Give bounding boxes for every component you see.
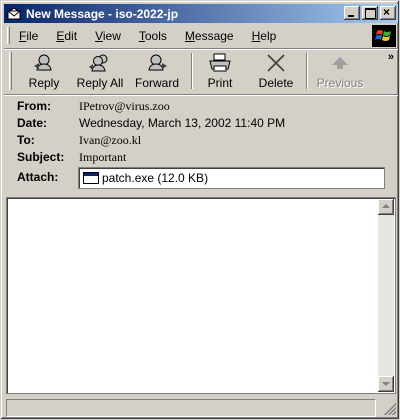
reply-button[interactable]: Reply xyxy=(26,52,62,92)
menu-bar: File Edit View Tools Message Help xyxy=(4,25,398,47)
toolbar-separator xyxy=(191,53,193,89)
menu-file-label: ile xyxy=(26,28,39,43)
menu-help-label: elp xyxy=(260,28,277,43)
menu-tools[interactable]: Tools xyxy=(130,29,176,43)
vertical-scrollbar[interactable] xyxy=(378,199,394,392)
executable-file-icon xyxy=(83,172,99,184)
forward-button[interactable]: Forward xyxy=(134,52,180,92)
menu-view-mnemonic: V xyxy=(95,28,103,43)
menu-help[interactable]: Help xyxy=(243,29,286,43)
subject-label: Subject: xyxy=(17,150,65,164)
date-value: Wednesday, March 13, 2002 11:40 PM xyxy=(79,116,286,130)
attachment-field[interactable]: patch.exe (12.0 KB) xyxy=(78,167,385,189)
subject-value: Important xyxy=(79,150,127,164)
forward-icon xyxy=(145,52,169,74)
menu-edit[interactable]: Edit xyxy=(47,29,86,43)
menu-view[interactable]: View xyxy=(86,29,130,43)
delete-x-icon xyxy=(264,52,288,74)
reply-all-button[interactable]: Reply All xyxy=(76,52,124,92)
up-arrow-icon xyxy=(328,52,352,74)
toolbar-grip[interactable] xyxy=(9,52,12,90)
scroll-down-button[interactable] xyxy=(378,376,394,392)
toolbar-separator xyxy=(306,53,308,89)
status-panel xyxy=(6,399,376,417)
print-button[interactable]: Print xyxy=(204,52,236,92)
reply-icon xyxy=(32,52,56,74)
to-value[interactable]: Ivan@zoo.kl xyxy=(79,133,141,148)
minimize-button[interactable] xyxy=(344,6,360,20)
close-icon: × xyxy=(383,5,391,19)
message-body[interactable] xyxy=(6,197,396,394)
print-label: Print xyxy=(207,76,233,90)
menu-file[interactable]: File xyxy=(10,29,47,43)
reply-all-icon xyxy=(88,52,112,74)
attachment-name[interactable]: patch.exe (12.0 KB) xyxy=(102,171,208,185)
window-controls: × xyxy=(342,5,396,20)
reply-all-label: Reply All xyxy=(76,76,124,90)
menu-view-label: iew xyxy=(102,28,121,43)
maximize-button[interactable] xyxy=(362,6,378,20)
reply-label: Reply xyxy=(28,76,60,90)
printer-icon xyxy=(208,52,232,74)
message-header: From: IPetrov@virus.zoo Date: Wednesday,… xyxy=(4,94,398,194)
from-label: From: xyxy=(17,99,51,113)
resize-grip[interactable] xyxy=(384,403,396,415)
menu-message[interactable]: Message xyxy=(176,29,243,43)
title-bar[interactable]: New Message - iso-2022-jp × xyxy=(4,4,398,23)
window-title: New Message - iso-2022-jp xyxy=(26,6,179,21)
envelope-icon[interactable] xyxy=(6,6,22,22)
previous-label: Previous xyxy=(316,76,364,90)
delete-button[interactable]: Delete xyxy=(258,52,294,92)
menu-help-mnemonic: H xyxy=(251,28,261,43)
attach-label: Attach: xyxy=(17,170,59,184)
previous-button[interactable]: Previous xyxy=(316,52,364,92)
from-value[interactable]: IPetrov@virus.zoo xyxy=(79,99,170,114)
menu-message-mnemonic: M xyxy=(184,28,195,43)
forward-label: Forward xyxy=(134,76,179,90)
to-label: To: xyxy=(17,133,35,147)
toolbar-overflow-chevron[interactable]: » xyxy=(388,51,394,63)
toolbar: Reply Reply All Forward Print Delete Pre… xyxy=(4,48,398,92)
windows-flag-icon xyxy=(372,25,396,47)
date-label: Date: xyxy=(17,116,48,130)
close-button[interactable]: × xyxy=(380,5,396,20)
menu-edit-label: dit xyxy=(64,28,78,43)
menu-tools-label: ools xyxy=(144,28,167,43)
menu-message-label: essage xyxy=(194,28,234,43)
message-window: New Message - iso-2022-jp × File Edit Vi… xyxy=(0,0,400,420)
scroll-up-button[interactable] xyxy=(378,199,394,215)
delete-label: Delete xyxy=(258,76,294,90)
status-bar xyxy=(4,397,398,417)
